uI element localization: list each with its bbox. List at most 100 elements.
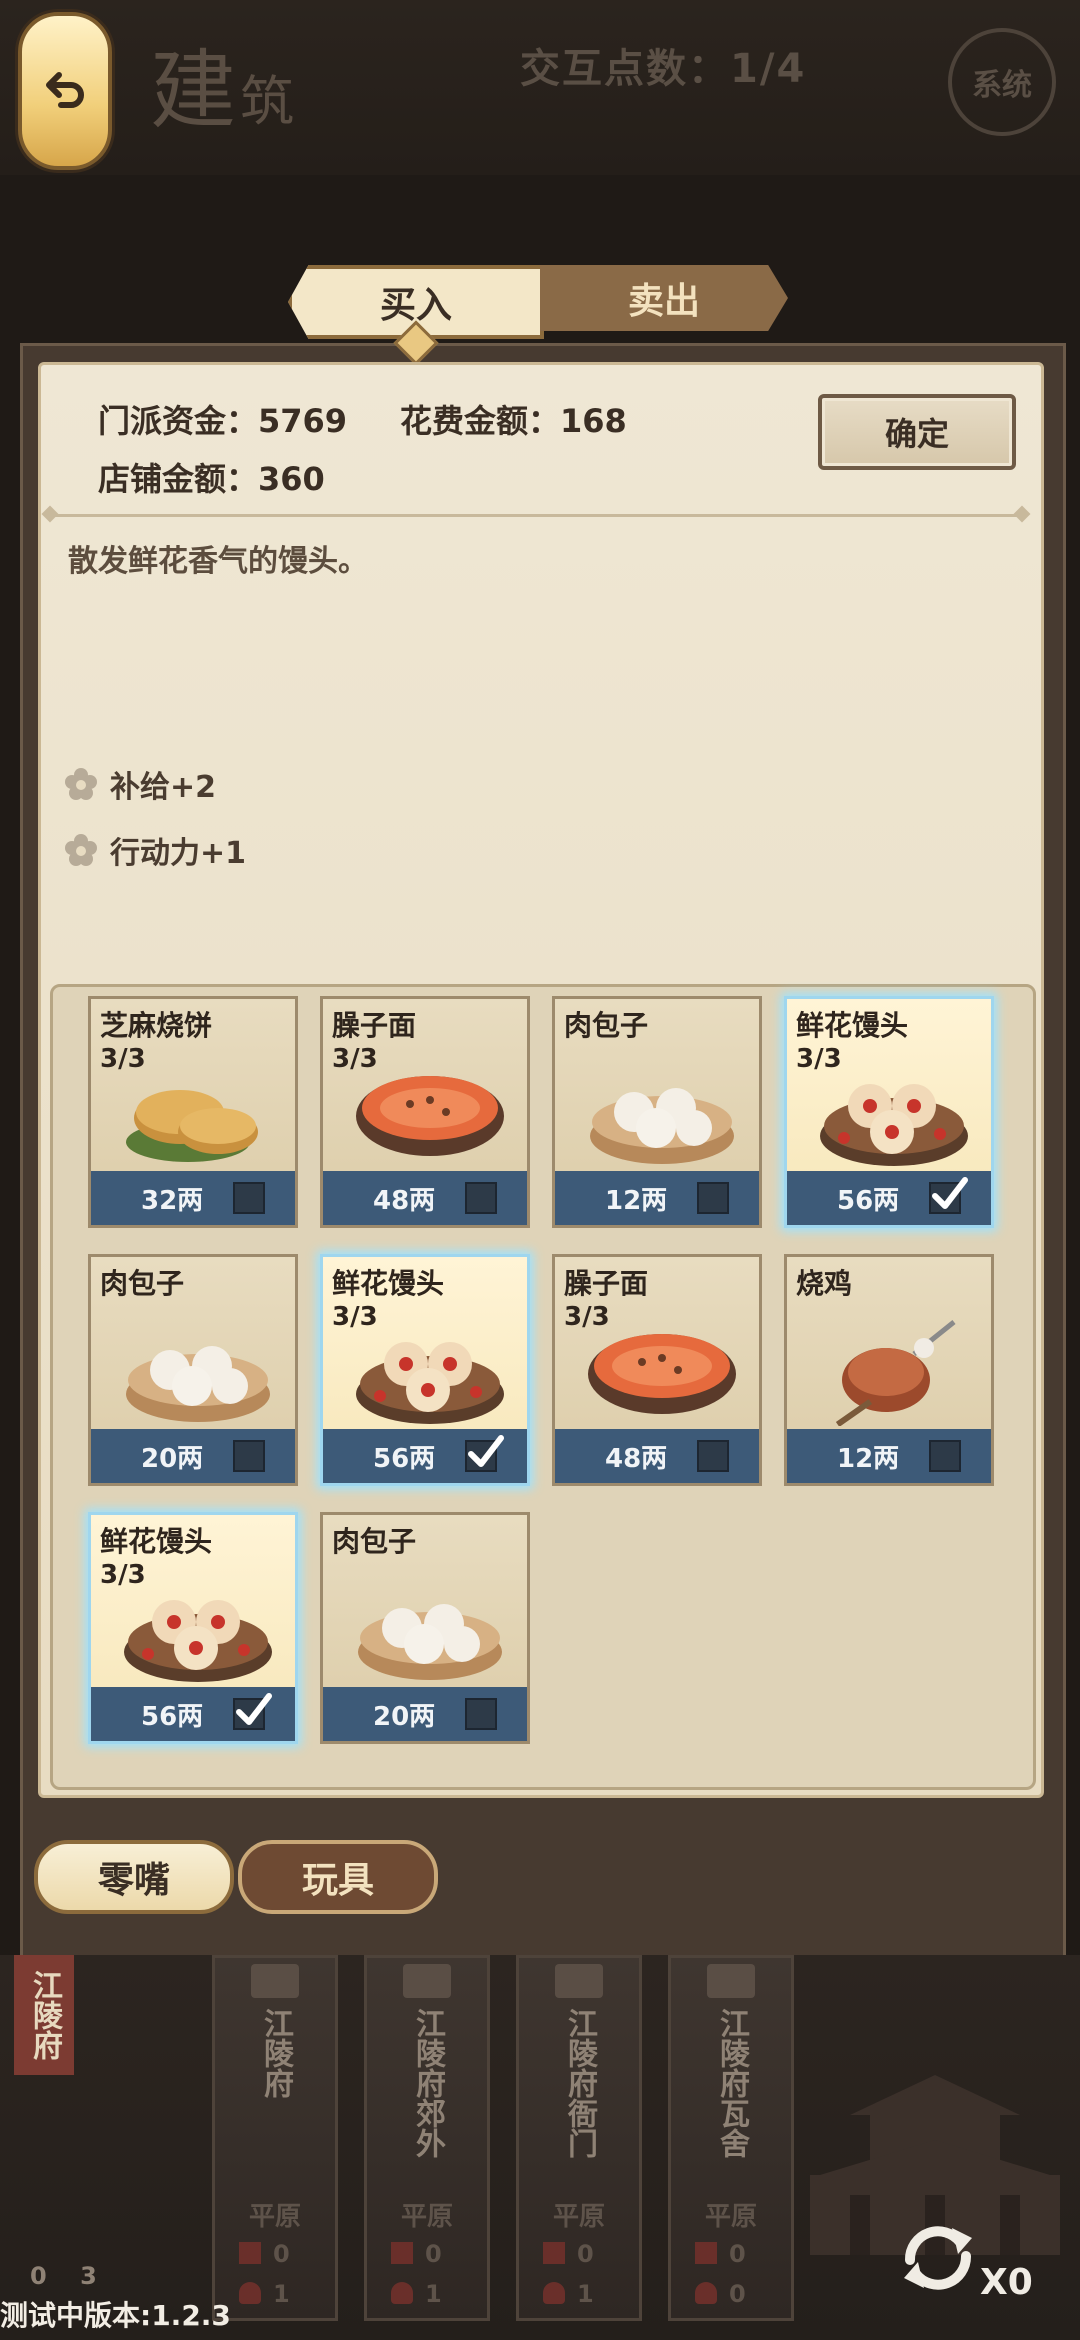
- location-card[interactable]: 江陵府瓦舍平原 0 0: [668, 1955, 794, 2321]
- item-name: 肉包子: [564, 1009, 649, 1042]
- person-icon: [391, 2282, 413, 2304]
- current-city-label[interactable]: 江陵府: [14, 1955, 74, 2075]
- flower-icon: [65, 834, 97, 866]
- item-card[interactable]: 烧鸡 12两: [784, 1254, 994, 1486]
- item-card[interactable]: 芝麻烧饼 3/3 32两: [88, 996, 298, 1228]
- item-name: 臊子面: [564, 1267, 649, 1300]
- location-count: 0: [729, 2240, 746, 2268]
- item-stock: 3/3: [100, 1560, 146, 1590]
- location-name: 江陵府瓦舍: [714, 2008, 749, 2158]
- item-checkbox[interactable]: [233, 1440, 265, 1472]
- item-stock: 3/3: [332, 1044, 378, 1074]
- item-checkbox[interactable]: [929, 1440, 961, 1472]
- item-name: 鲜花馒头: [796, 1009, 909, 1042]
- item-card[interactable]: 鲜花馒头 3/3 56两: [320, 1254, 530, 1486]
- item-card[interactable]: 肉包子 12两: [552, 996, 762, 1228]
- location-card[interactable]: 江陵府衙门 平原 0 1: [516, 1955, 642, 2321]
- location-count: 1: [577, 2280, 594, 2308]
- effect-item: 行动力+1: [64, 828, 246, 872]
- location-terrain: 平原: [248, 2202, 301, 2232]
- item-price: 48两: [373, 1185, 436, 1216]
- refresh-icon[interactable]: [890, 2210, 986, 2306]
- item-stock: 3/3: [564, 1302, 610, 1332]
- item-stock: 3/3: [332, 1302, 378, 1332]
- item-card[interactable]: 臊子面 3/3 48两: [320, 996, 530, 1228]
- item-stock: 3/3: [796, 1044, 842, 1074]
- location-terrain: 平原: [552, 2202, 605, 2232]
- back-button[interactable]: [18, 12, 112, 170]
- item-checkbox[interactable]: [233, 1182, 265, 1214]
- item-checkbox[interactable]: [697, 1182, 729, 1214]
- back-arrow-icon: [46, 72, 84, 108]
- location-count: 0: [425, 2240, 442, 2268]
- item-checkbox[interactable]: [697, 1440, 729, 1472]
- location-name: 江陵府郊外: [410, 2008, 445, 2158]
- item-card[interactable]: 鲜花馒头 3/3 56两: [88, 1512, 298, 1744]
- sect-funds: 门派资金：5769: [98, 402, 348, 440]
- item-price: 12两: [605, 1185, 668, 1216]
- item-card[interactable]: 臊子面 3/3 48两: [552, 1254, 762, 1486]
- shop-amount: 店铺金额：360: [98, 460, 325, 498]
- flag-icon: [543, 2242, 565, 2264]
- location-terrain: 平原: [400, 2202, 453, 2232]
- effect-item: 补给+2: [64, 762, 216, 806]
- refresh-count: X0: [980, 2262, 1033, 2303]
- item-card[interactable]: 肉包子 20两: [320, 1512, 530, 1744]
- person-icon: [543, 2282, 565, 2304]
- item-stock: 3/3: [100, 1044, 146, 1074]
- divider: [50, 514, 1022, 517]
- version-label: 测试中版本:1.2.3: [0, 2299, 231, 2332]
- item-footer: 20两: [91, 1429, 295, 1483]
- roast-chicken-icon: [835, 1320, 956, 1426]
- system-button[interactable]: 系统: [948, 28, 1056, 136]
- location-card[interactable]: 江陵府 平原 0 1: [212, 1955, 338, 2321]
- item-footer: 56两: [323, 1429, 527, 1483]
- item-checkbox[interactable]: [233, 1693, 272, 1730]
- building-icon: [707, 1964, 755, 1998]
- item-price: 56两: [373, 1443, 436, 1474]
- item-price: 48两: [605, 1443, 668, 1474]
- location-count: 1: [273, 2280, 290, 2308]
- item-footer: 56两: [787, 1171, 991, 1225]
- checkmark-icon: [236, 1693, 272, 1725]
- flag-icon: [695, 2242, 717, 2264]
- checkmark-icon: [932, 1177, 968, 1209]
- item-footer: 12两: [787, 1429, 991, 1483]
- item-footer: 48两: [323, 1171, 527, 1225]
- item-card[interactable]: 鲜花馒头 3/3 56两: [784, 996, 994, 1228]
- item-checkbox[interactable]: [465, 1698, 497, 1730]
- item-price: 56两: [837, 1185, 900, 1216]
- tab-sell[interactable]: 卖出: [540, 265, 788, 331]
- confirm-button[interactable]: 确定: [818, 394, 1016, 470]
- category-toy-button[interactable]: 玩具: [238, 1840, 438, 1914]
- location-count: 0: [729, 2280, 746, 2308]
- item-footer: 56两: [91, 1687, 295, 1741]
- item-price: 20两: [141, 1443, 204, 1474]
- left-counts: 0 3: [30, 2262, 97, 2290]
- flag-icon: [391, 2242, 413, 2264]
- item-price: 32两: [141, 1185, 204, 1216]
- item-checkbox[interactable]: [929, 1177, 968, 1214]
- item-checkbox[interactable]: [465, 1435, 504, 1472]
- item-description: 散发鲜花香气的馒头。: [68, 544, 368, 579]
- person-icon: [239, 2282, 261, 2304]
- location-terrain: 平原: [704, 2202, 757, 2232]
- building-icon: [251, 1964, 299, 1998]
- item-card[interactable]: 肉包子 20两: [88, 1254, 298, 1486]
- effect-label: 补给+2: [110, 770, 217, 805]
- category-snack-button[interactable]: 零嘴: [34, 1840, 234, 1914]
- steamed-bun-icon: [590, 1088, 734, 1164]
- location-name: 江陵府: [258, 2008, 293, 2098]
- item-footer: 20两: [323, 1687, 527, 1741]
- building-title: 建筑: [150, 41, 298, 141]
- flower-icon: [65, 768, 97, 800]
- item-name: 烧鸡: [796, 1267, 853, 1300]
- item-checkbox[interactable]: [465, 1182, 497, 1214]
- item-price: 20两: [373, 1701, 436, 1732]
- item-footer: 48两: [555, 1429, 759, 1483]
- location-card[interactable]: 江陵府郊外 平原 0 1: [364, 1955, 490, 2321]
- item-name: 鲜花馒头: [332, 1267, 445, 1300]
- item-name: 臊子面: [332, 1009, 417, 1042]
- steamed-bun-icon: [126, 1346, 270, 1422]
- steamed-bun-icon: [358, 1604, 502, 1680]
